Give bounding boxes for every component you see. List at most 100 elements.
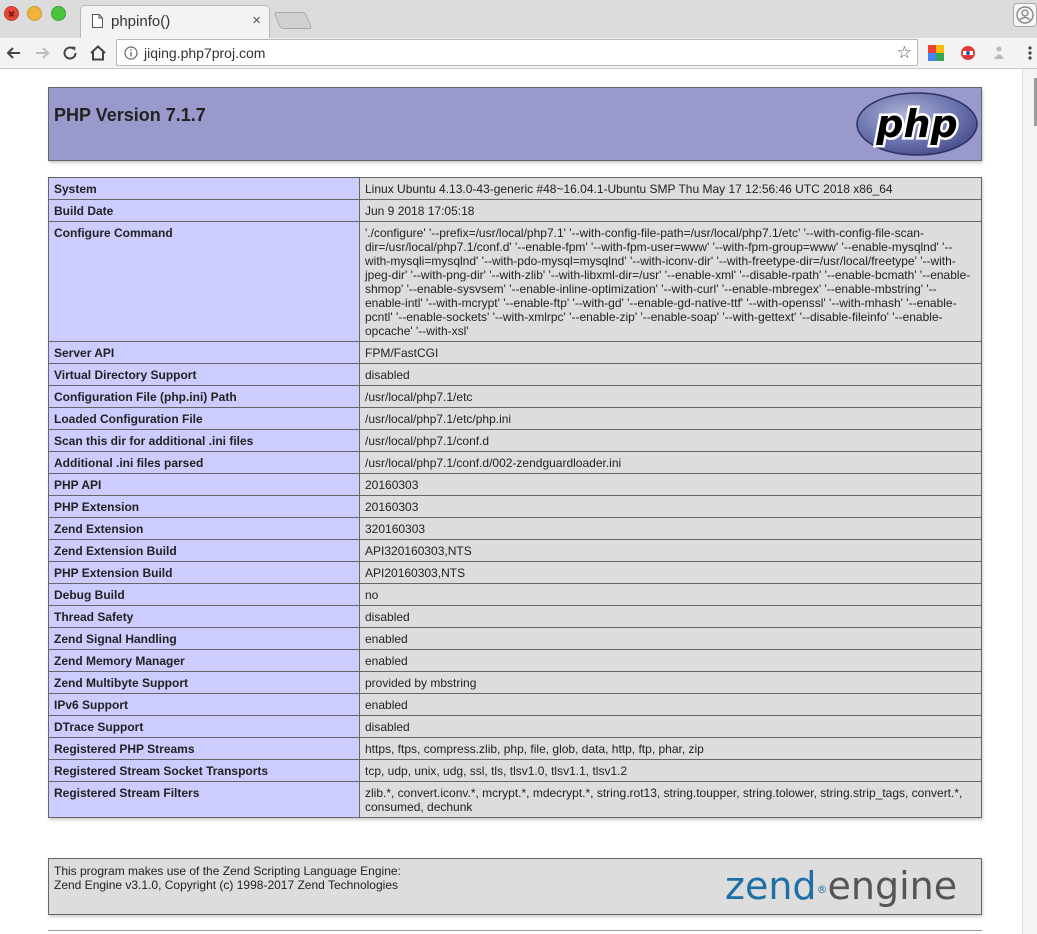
browser-tab[interactable]: phpinfo() × [80, 5, 270, 38]
php-info-table: System Linux Ubuntu 4.13.0-43-generic #48… [48, 177, 982, 818]
row-value: API20160303,NTS [359, 561, 982, 584]
window-minimize-button[interactable] [27, 6, 42, 21]
bookmark-star-icon[interactable]: ☆ [897, 43, 912, 63]
row-label: Registered Stream Socket Transports [48, 759, 360, 782]
zend-engine-footer: This program makes use of the Zend Scrip… [48, 858, 982, 915]
row-label: DTrace Support [48, 715, 360, 738]
row-label: Configure Command [48, 221, 360, 342]
user-icon [1016, 6, 1034, 24]
row-value: /usr/local/php7.1/conf.d [359, 429, 982, 452]
extension-person-icon[interactable] [992, 45, 1006, 61]
row-label: Scan this dir for additional .ini files [48, 429, 360, 452]
row-label: Zend Memory Manager [48, 649, 360, 672]
window-close-button[interactable] [4, 6, 19, 21]
table-row: Registered PHP Streams https, ftps, compr… [48, 737, 982, 760]
table-row: Zend Signal Handling enabled [48, 627, 982, 650]
tab-close-button[interactable]: × [252, 12, 261, 29]
row-label: Configuration File (php.ini) Path [48, 385, 360, 408]
row-value: API320160303,NTS [359, 539, 982, 562]
table-row: Zend Memory Manager enabled [48, 649, 982, 672]
page-content: PHP Version 7.1.7 php php System Linux Ub… [0, 69, 1022, 934]
row-value: disabled [359, 715, 982, 738]
row-label: IPv6 Support [48, 693, 360, 716]
table-row: Build Date Jun 9 2018 17:05:18 [48, 199, 982, 222]
row-value: tcp, udp, unix, udg, ssl, tls, tlsv1.0, … [359, 759, 982, 782]
browser-toolbar: jiqing.php7proj.com ☆ [0, 38, 1037, 69]
menu-dots-icon[interactable] [1027, 44, 1033, 62]
new-tab-button[interactable] [273, 12, 313, 29]
row-label: Additional .ini files parsed [48, 451, 360, 474]
row-label: PHP Extension [48, 495, 360, 518]
row-value: https, ftps, compress.zlib, php, file, g… [359, 737, 982, 760]
table-row: Thread Safety disabled [48, 605, 982, 628]
table-row: Configuration File (php.ini) Path/usr/lo… [48, 385, 982, 408]
table-row: Zend Extension Build API320160303,NTS [48, 539, 982, 562]
zend-logo-part1: zend [725, 864, 817, 908]
row-label: Loaded Configuration File [48, 407, 360, 430]
row-value: enabled [359, 627, 982, 650]
row-value: disabled [359, 605, 982, 628]
row-label: Zend Signal Handling [48, 627, 360, 650]
table-row: System Linux Ubuntu 4.13.0-43-generic #48… [48, 177, 982, 200]
table-row: Scan this dir for additional .ini files /… [48, 429, 982, 452]
row-label: Debug Build [48, 583, 360, 606]
table-row: DTrace Support disabled [48, 715, 982, 738]
divider [48, 930, 982, 931]
document-icon [92, 14, 103, 28]
zend-logo-part2: engine [827, 864, 958, 908]
back-arrow-icon[interactable] [5, 44, 23, 62]
url-text: jiqing.php7proj.com [144, 45, 266, 61]
row-value: 320160303 [359, 517, 982, 540]
footer-line-2: Zend Engine v3.1.0, Copyright (c) 1998-2… [54, 878, 398, 892]
forward-arrow-icon[interactable] [33, 44, 51, 62]
table-row: Registered Stream Socket Transports tcp, … [48, 759, 982, 782]
page-title: PHP Version 7.1.7 [54, 105, 206, 125]
tab-title: phpinfo() [111, 13, 171, 30]
row-value: enabled [359, 649, 982, 672]
svg-text:php: php [875, 102, 957, 146]
table-row: Loaded Configuration File/usr/local/php7… [48, 407, 982, 430]
row-label: Zend Extension Build [48, 539, 360, 562]
table-row: IPv6 Support enabled [48, 693, 982, 716]
table-row: Configure Command './configure' '--prefix… [48, 221, 982, 342]
table-row: Zend Extension 320160303 [48, 517, 982, 540]
row-value: FPM/FastCGI [359, 341, 982, 364]
reload-icon[interactable] [61, 44, 79, 62]
row-value: /usr/local/php7.1/etc [359, 385, 982, 408]
home-icon[interactable] [89, 44, 107, 62]
table-row: Registered Stream Filters zlib.*, convert… [48, 781, 982, 818]
row-label: System [48, 177, 360, 200]
profile-button[interactable] [1013, 3, 1037, 27]
row-value: zlib.*, convert.iconv.*, mcrypt.*, mdecr… [359, 781, 982, 818]
php-logo: php php [856, 92, 978, 156]
table-row: Virtual Directory Support disabled [48, 363, 982, 386]
table-row: PHP Extension Build API20160303,NTS [48, 561, 982, 584]
extension-translate-icon[interactable] [960, 45, 976, 61]
table-row: PHP API 20160303 [48, 473, 982, 496]
row-label: Server API [48, 341, 360, 364]
address-bar[interactable]: jiqing.php7proj.com ☆ [116, 39, 918, 66]
row-value: provided by mbstring [359, 671, 982, 694]
row-label: PHP API [48, 473, 360, 496]
extension-colorful-icon[interactable] [928, 45, 944, 61]
row-label: Virtual Directory Support [48, 363, 360, 386]
row-label: Registered Stream Filters [48, 781, 360, 818]
row-value: './configure' '--prefix=/usr/local/php7.… [359, 221, 982, 342]
row-value: Jun 9 2018 17:05:18 [359, 199, 982, 222]
footer-line-1: This program makes use of the Zend Scrip… [54, 864, 401, 878]
footer-text: This program makes use of the Zend Scrip… [54, 864, 401, 892]
table-row: PHP Extension 20160303 [48, 495, 982, 518]
window-maximize-button[interactable] [51, 6, 66, 21]
row-value: /usr/local/php7.1/etc/php.ini [359, 407, 982, 430]
row-value: 20160303 [359, 473, 982, 496]
title-bar: phpinfo() × [0, 0, 1037, 38]
scrollbar-track[interactable] [1022, 69, 1037, 934]
info-icon[interactable] [124, 46, 138, 60]
row-value: 20160303 [359, 495, 982, 518]
row-label: Zend Multibyte Support [48, 671, 360, 694]
zend-engine-logo: zend®engine [725, 864, 958, 908]
row-label: Zend Extension [48, 517, 360, 540]
row-label: Thread Safety [48, 605, 360, 628]
php-version-header: PHP Version 7.1.7 php php [48, 87, 982, 161]
row-value: no [359, 583, 982, 606]
